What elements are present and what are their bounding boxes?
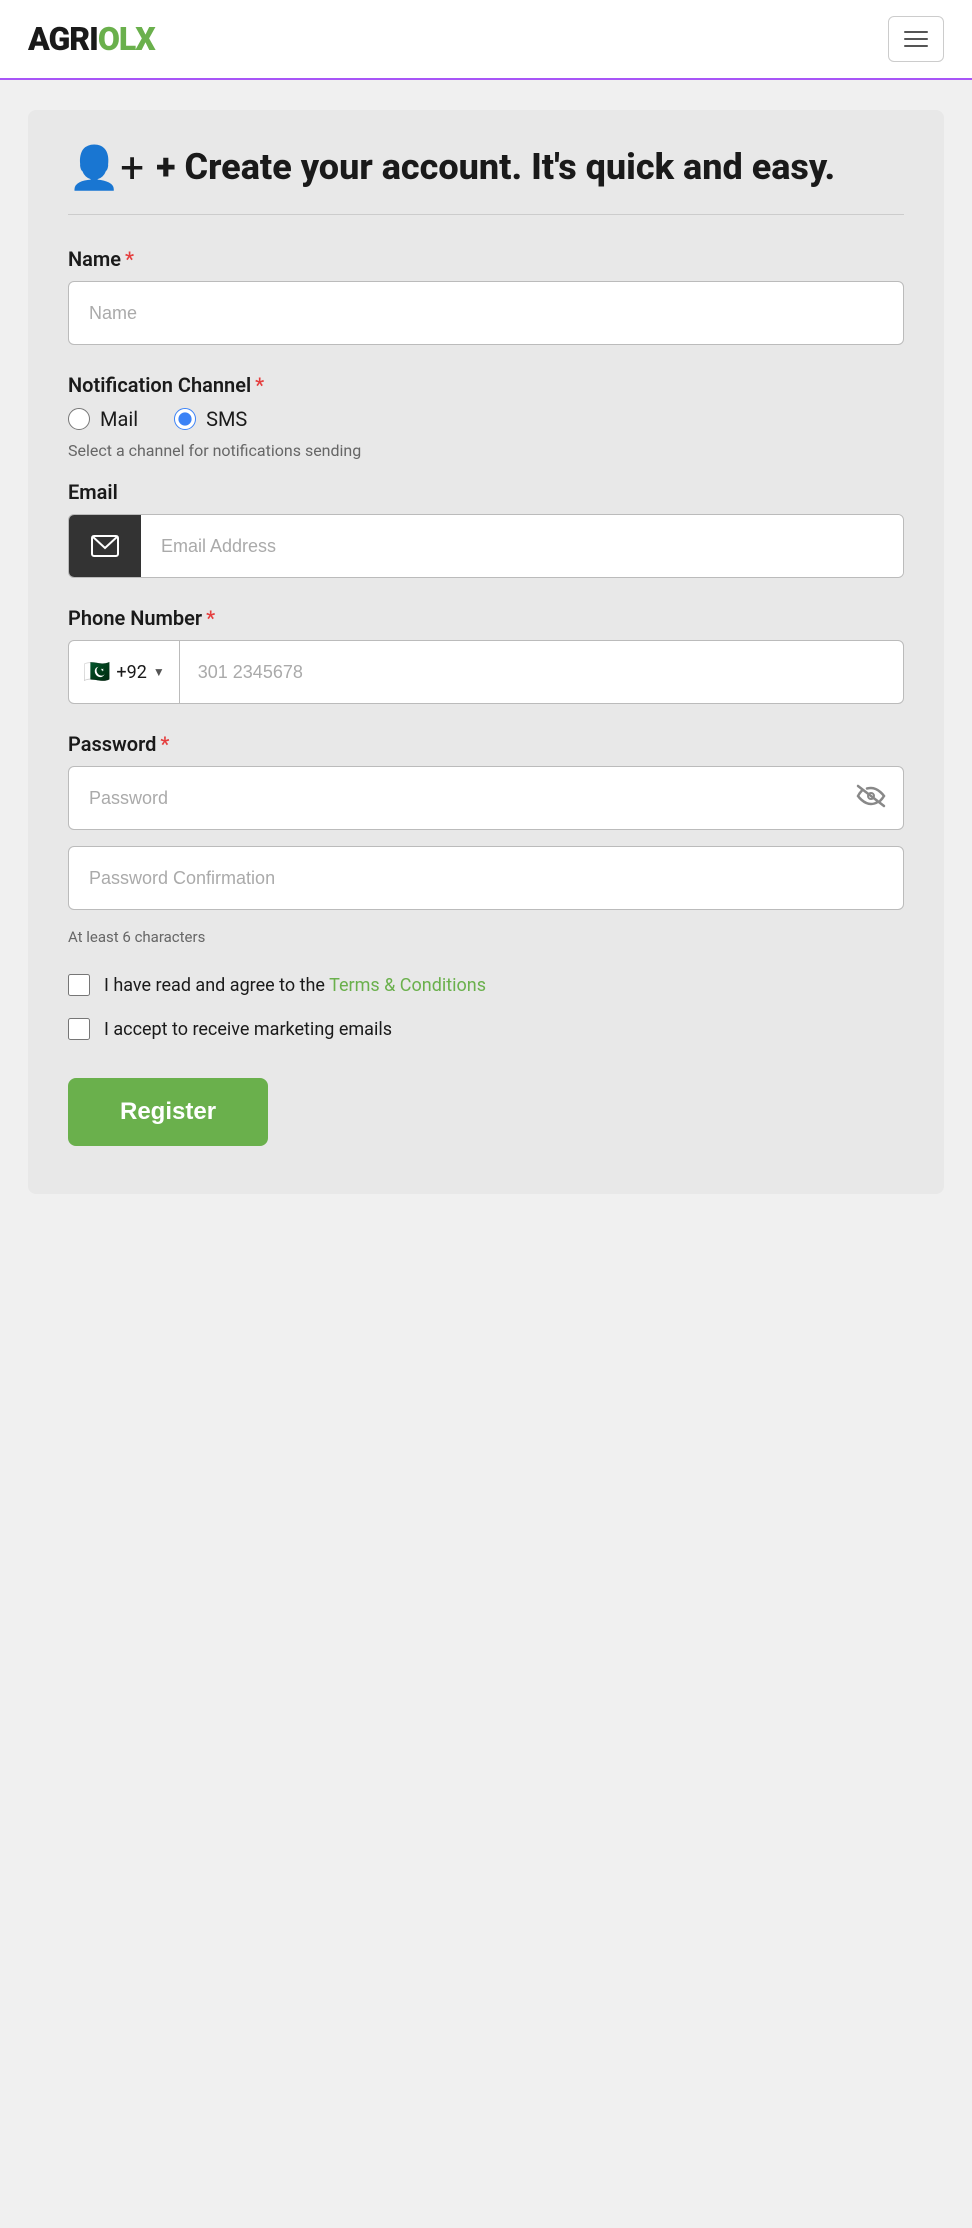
registration-card: 👤+ + Create your account. It's quick and…: [28, 110, 944, 1194]
password-label: Password*: [68, 732, 904, 756]
password-input[interactable]: [68, 766, 904, 830]
terms-text: I have read and agree to the Terms & Con…: [104, 975, 486, 996]
terms-checkbox-label[interactable]: I have read and agree to the Terms & Con…: [68, 974, 904, 996]
notification-hint: Select a channel for notifications sendi…: [68, 441, 904, 460]
name-label: Name*: [68, 247, 904, 271]
logo-black-text: AGRI: [28, 20, 98, 58]
terms-checkbox-group: I have read and agree to the Terms & Con…: [68, 974, 904, 996]
radio-mail[interactable]: [68, 408, 90, 430]
radio-option-mail[interactable]: Mail: [68, 407, 138, 431]
notification-required-star: *: [255, 373, 264, 397]
hamburger-button[interactable]: [888, 16, 944, 62]
user-plus-icon: 👤+: [68, 148, 144, 190]
hamburger-line-1: [904, 31, 928, 33]
phone-input-wrapper: 🇵🇰 +92 ▼: [68, 640, 904, 704]
email-label: Email: [68, 480, 904, 504]
email-input[interactable]: [141, 515, 903, 577]
marketing-checkbox-label[interactable]: I accept to receive marketing emails: [68, 1018, 904, 1040]
navbar: AGRIOLX: [0, 0, 972, 80]
radio-option-sms[interactable]: SMS: [174, 407, 247, 431]
marketing-checkbox-group: I accept to receive marketing emails: [68, 1018, 904, 1040]
notification-radio-options: Mail SMS: [68, 407, 904, 431]
radio-sms-label: SMS: [206, 407, 247, 431]
name-required-star: *: [125, 247, 134, 271]
header-divider: [68, 214, 904, 215]
notification-channel-group: Notification Channel* Mail SMS Select a …: [68, 373, 904, 460]
radio-sms[interactable]: [174, 408, 196, 430]
flag-icon: 🇵🇰: [83, 660, 110, 685]
logo: AGRIOLX: [28, 20, 155, 58]
logo-green-text: OLX: [98, 20, 155, 58]
phone-required-star: *: [206, 606, 215, 630]
radio-mail-label: Mail: [100, 407, 138, 431]
phone-dropdown-arrow: ▼: [153, 665, 165, 679]
hamburger-line-2: [904, 38, 928, 40]
email-input-wrapper: [68, 514, 904, 578]
page-title: + Create your account. It's quick and ea…: [156, 146, 835, 189]
phone-country-code: +92: [116, 662, 146, 683]
password-hint: At least 6 characters: [68, 928, 904, 946]
marketing-checkbox[interactable]: [68, 1018, 90, 1040]
phone-field-group: Phone Number* 🇵🇰 +92 ▼: [68, 606, 904, 704]
email-field-group: Email: [68, 480, 904, 578]
terms-link[interactable]: Terms & Conditions: [329, 975, 486, 996]
password-input-wrapper: [68, 766, 904, 830]
main-content: 👤+ + Create your account. It's quick and…: [0, 80, 972, 1224]
phone-input[interactable]: [180, 662, 903, 683]
password-required-star: *: [160, 732, 169, 756]
email-icon: [91, 535, 119, 557]
marketing-text: I accept to receive marketing emails: [104, 1019, 392, 1040]
card-header: 👤+ + Create your account. It's quick and…: [68, 146, 904, 190]
password-toggle-icon[interactable]: [856, 784, 886, 812]
phone-country-selector[interactable]: 🇵🇰 +92 ▼: [69, 641, 180, 703]
phone-label: Phone Number*: [68, 606, 904, 630]
name-input[interactable]: [68, 281, 904, 345]
password-field-group: Password* At least 6 characters: [68, 732, 904, 946]
notification-label: Notification Channel*: [68, 373, 904, 397]
terms-checkbox[interactable]: [68, 974, 90, 996]
hamburger-line-3: [904, 45, 928, 47]
email-icon-box: [69, 515, 141, 577]
name-field-group: Name*: [68, 247, 904, 345]
register-button[interactable]: Register: [68, 1078, 268, 1146]
password-confirm-input[interactable]: [68, 846, 904, 910]
